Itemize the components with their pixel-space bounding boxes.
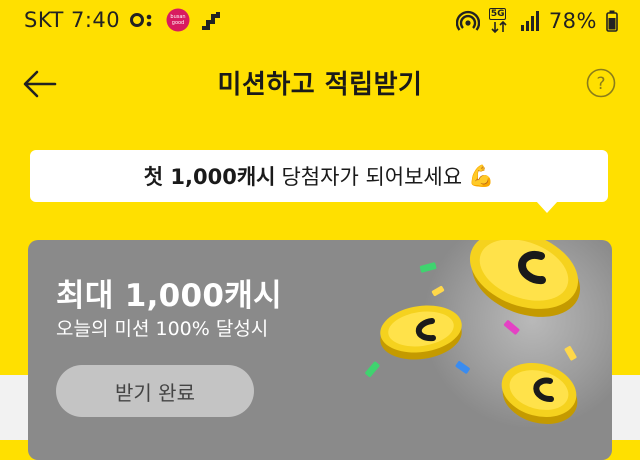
confetti — [365, 361, 380, 378]
receive-complete-button[interactable]: 받기 완료 — [56, 365, 254, 417]
confetti — [431, 285, 445, 297]
battery-percent: 78% — [548, 9, 597, 33]
help-icon: ? — [586, 68, 616, 98]
confetti — [455, 361, 470, 374]
carrier-time: SKT 7:40 — [24, 8, 121, 32]
busan-app-icon: busan good — [166, 8, 190, 32]
svg-text:good: good — [172, 20, 184, 26]
confetti — [503, 320, 520, 335]
coin-icon — [469, 240, 581, 317]
svg-text:?: ? — [596, 74, 605, 94]
hotspot-icon — [455, 10, 480, 31]
tooltip-highlight: 첫 1,000캐시 — [143, 165, 276, 189]
stairs-app-icon — [202, 12, 221, 30]
coin-icon — [501, 363, 578, 424]
promo-tooltip: 첫 1,000캐시 당첨자가 되어보세요 💪 — [30, 150, 608, 213]
app-header: 미션하고 적립받기 ? — [0, 46, 640, 120]
status-left: SKT 7:40 busan good — [24, 8, 221, 32]
coin-icon — [380, 305, 462, 360]
network-5g-icon: 5G — [488, 8, 511, 34]
reward-subtitle: 오늘의 미션 100% 달성시 — [56, 318, 269, 340]
confetti — [564, 345, 577, 361]
page-title: 미션하고 적립받기 — [217, 70, 423, 100]
status-right: 5G 78% — [455, 8, 618, 34]
reward-card: 최대 1,000캐시 오늘의 미션 100% 달성시 받기 완료 — [28, 240, 612, 460]
reward-title: 최대 1,000캐시 — [56, 278, 282, 314]
battery-icon — [606, 10, 618, 32]
flexed-arm-icon: 💪 — [468, 163, 495, 188]
confetti — [419, 262, 437, 273]
status-bar: SKT 7:40 busan good 5G 78% — [0, 0, 640, 46]
tooltip-text: 당첨자가 되어보세요 — [281, 165, 463, 189]
notification-link-icon — [130, 13, 152, 27]
signal-icon — [520, 11, 539, 31]
help-button[interactable]: ? — [586, 68, 616, 98]
